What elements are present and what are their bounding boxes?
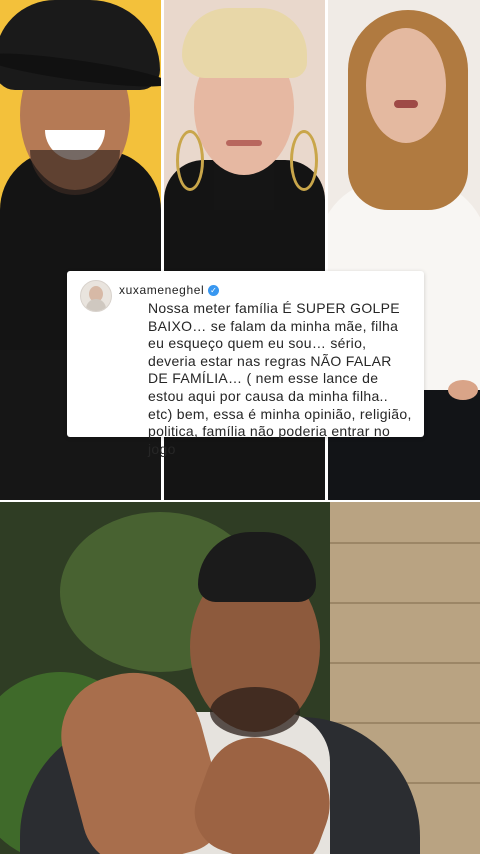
comment-card: xuxameneghel ✓ Nossa meter família É SUPE…: [67, 271, 424, 457]
username-text: xuxameneghel: [119, 283, 205, 297]
username[interactable]: xuxameneghel ✓: [119, 283, 220, 297]
avatar[interactable]: [80, 280, 112, 312]
photo-man-reacting: [0, 502, 480, 854]
comment-text: Nossa meter família É SUPER GOLPE BAIXO……: [148, 300, 412, 457]
verified-badge-icon: ✓: [208, 285, 220, 297]
